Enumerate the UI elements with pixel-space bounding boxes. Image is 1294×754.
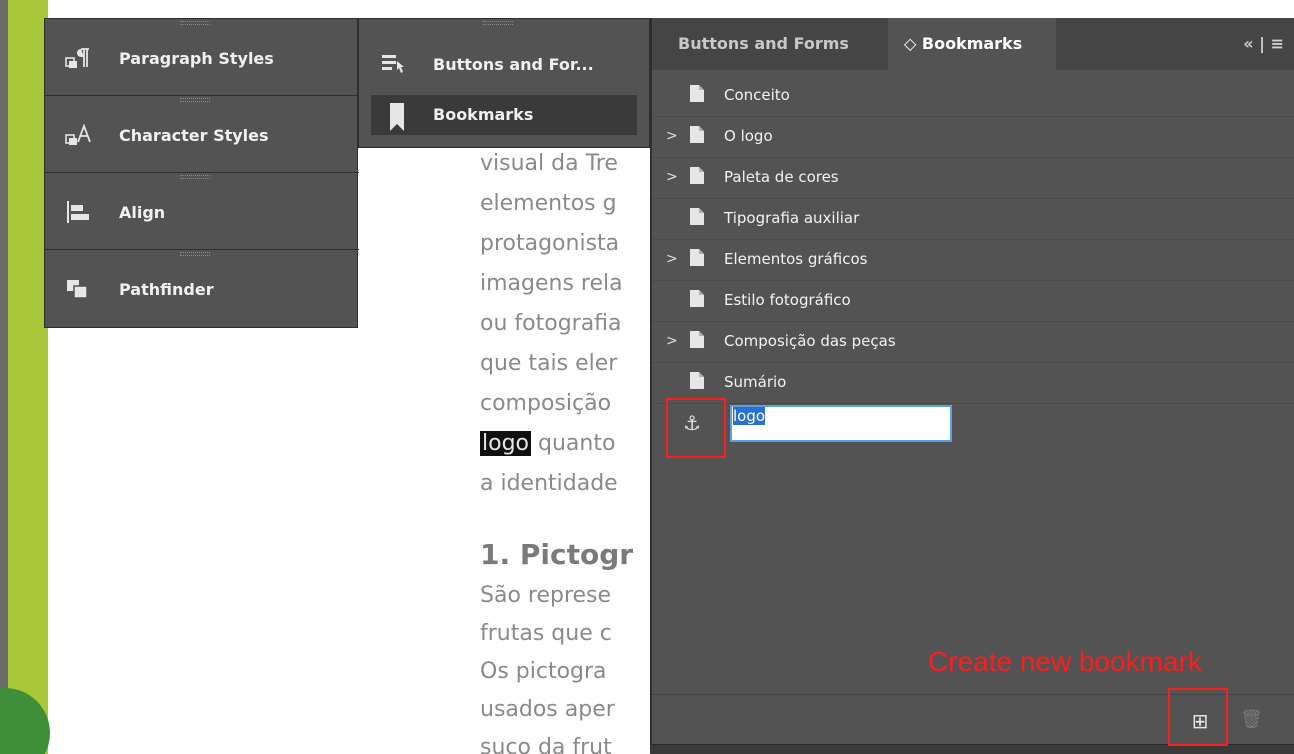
- bookmark-item[interactable]: > Composição das peças: [652, 322, 1294, 363]
- new-bookmark-row[interactable]: ⚓ logo: [652, 404, 1294, 445]
- dock-item-bookmarks[interactable]: Bookmarks: [371, 95, 637, 135]
- panel-grip[interactable]: [180, 21, 210, 25]
- bookmark-label: Conceito: [724, 86, 790, 104]
- paragraph-styles-icon: [65, 48, 89, 68]
- selected-text-logo[interactable]: logo: [480, 431, 531, 456]
- document-line: São represe: [480, 583, 612, 608]
- bookmark-item[interactable]: Tipografia auxiliar: [652, 199, 1294, 240]
- dock-item-align[interactable]: Align: [45, 173, 359, 250]
- panel-grip[interactable]: [483, 21, 513, 25]
- document-line: composição: [480, 391, 612, 416]
- page-icon: [690, 249, 704, 266]
- document-line: visual da Tre: [480, 151, 618, 176]
- bookmark-icon: [390, 103, 404, 131]
- dock-label: Paragraph Styles: [119, 49, 274, 68]
- bookmark-item[interactable]: > Elementos gráficos: [652, 240, 1294, 281]
- selected-input-text: logo: [733, 407, 766, 425]
- dock-item-paragraph-styles[interactable]: Paragraph Styles: [45, 19, 359, 96]
- dock-label: Buttons and For...: [433, 55, 594, 74]
- bookmark-label: Composição das peças: [724, 332, 896, 350]
- collapsed-panel-dock-mid: Buttons and For... Bookmarks: [358, 18, 650, 148]
- dock-item-pathfinder[interactable]: Pathfinder: [45, 250, 359, 327]
- page-icon: [690, 126, 704, 143]
- bookmark-name-input[interactable]: logo: [730, 405, 952, 442]
- page-icon: [690, 167, 704, 184]
- dock-label: Bookmarks: [433, 105, 534, 124]
- document-line-logo: logo quanto: [480, 430, 615, 458]
- bookmark-label: O logo: [724, 127, 773, 145]
- bookmark-item[interactable]: Estilo fotográfico: [652, 281, 1294, 322]
- document-line: frutas que c: [480, 621, 612, 646]
- expand-chevron-icon[interactable]: >: [666, 169, 678, 185]
- dock-label: Pathfinder: [119, 280, 214, 299]
- panel-grip[interactable]: [180, 175, 210, 179]
- document-line: elementos g: [480, 191, 617, 216]
- canvas-left-edge: [0, 0, 8, 754]
- align-icon: [67, 201, 89, 223]
- delete-bookmark-icon[interactable]: 🗑: [1240, 707, 1263, 733]
- page-icon: [690, 290, 704, 307]
- green-page-strip: [8, 0, 48, 754]
- document-text-frame[interactable]: visual da Tre elementos g protagonista i…: [480, 150, 655, 754]
- panel-tab-bar: Buttons and Forms ◇ Bookmarks « | ≡: [652, 18, 1294, 70]
- document-line: ou fotografia: [480, 311, 622, 336]
- page-icon: [690, 372, 704, 389]
- annotation-create-new-bookmark: Create new bookmark: [928, 646, 1202, 677]
- panel-menu-controls[interactable]: « | ≡: [1243, 34, 1284, 53]
- expand-chevron-icon[interactable]: >: [666, 251, 678, 267]
- anchor-highlight-box: [666, 398, 726, 458]
- collapsed-panel-dock-left: Paragraph Styles Character Styles Align …: [44, 18, 359, 328]
- document-line: Os pictogra: [480, 659, 607, 684]
- page-icon: [690, 208, 704, 225]
- tab-bookmarks[interactable]: ◇ Bookmarks: [888, 18, 1056, 70]
- pathfinder-icon: [67, 280, 88, 299]
- bookmark-label: Estilo fotográfico: [724, 291, 851, 309]
- page-icon: [690, 85, 704, 102]
- document-line: usados aper: [480, 697, 615, 722]
- bookmark-item[interactable]: Conceito: [652, 76, 1294, 117]
- document-line: suco da frut: [480, 735, 612, 754]
- bookmark-label: Elementos gráficos: [724, 250, 868, 268]
- tab-buttons-and-forms[interactable]: Buttons and Forms: [652, 18, 888, 70]
- dock-item-character-styles[interactable]: Character Styles: [45, 96, 359, 173]
- dock-item-buttons-forms[interactable]: Buttons and For...: [371, 45, 637, 85]
- panel-grip[interactable]: [180, 252, 210, 256]
- bookmark-label: Paleta de cores: [724, 168, 839, 186]
- bookmark-item[interactable]: > Paleta de cores: [652, 158, 1294, 199]
- new-button-highlight-box: [1168, 688, 1228, 746]
- dock-label: Align: [119, 203, 166, 222]
- character-styles-icon: [65, 124, 91, 145]
- panel-grip[interactable]: [180, 98, 210, 102]
- document-line: imagens rela: [480, 271, 623, 296]
- document-heading: 1. Pictogr: [480, 538, 634, 571]
- expand-chevron-icon[interactable]: >: [666, 128, 678, 144]
- buttons-forms-icon: [382, 55, 404, 73]
- document-line-rest: quanto: [531, 431, 616, 456]
- dock-label: Character Styles: [119, 126, 269, 145]
- bookmark-label: Tipografia auxiliar: [724, 209, 860, 227]
- document-line: a identidade: [480, 471, 618, 496]
- document-line: que tais eler: [480, 351, 618, 376]
- document-line: protagonista: [480, 231, 620, 256]
- page-icon: [690, 331, 704, 348]
- bookmark-item[interactable]: Sumário: [652, 363, 1294, 404]
- bookmark-label: Sumário: [724, 373, 787, 391]
- bookmarks-panel: Buttons and Forms ◇ Bookmarks « | ≡ Conc…: [650, 18, 1294, 754]
- bookmark-item[interactable]: > O logo: [652, 117, 1294, 158]
- expand-chevron-icon[interactable]: >: [666, 333, 678, 349]
